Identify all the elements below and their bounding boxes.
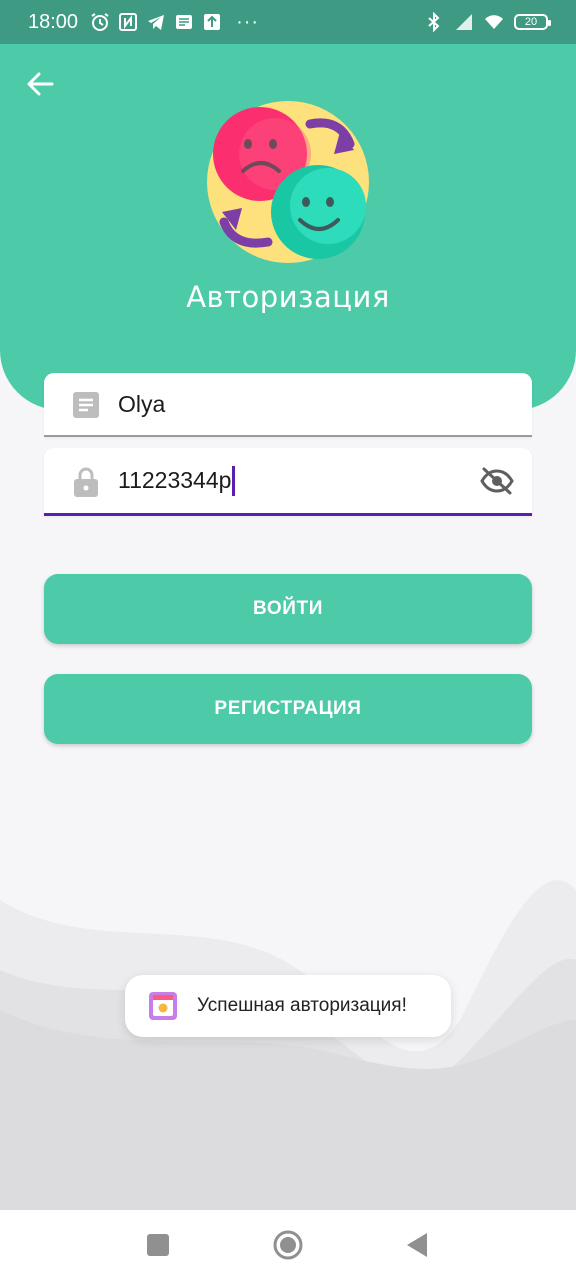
toast-message: Успешная авторизация! — [197, 995, 407, 1016]
back-arrow-icon[interactable] — [22, 66, 58, 102]
nfc-icon — [118, 12, 138, 32]
battery-icon: 20 — [514, 14, 551, 30]
status-more: ··· — [236, 10, 260, 33]
toast-notification: Успешная авторизация! — [125, 975, 451, 1037]
status-bar: 18:00 ··· 20 — [0, 0, 576, 44]
navigation-bar — [0, 1210, 576, 1280]
news-icon — [174, 12, 194, 32]
alarm-icon — [90, 12, 110, 32]
password-value: 11223344p — [118, 467, 232, 493]
password-field[interactable]: 11223344p — [44, 448, 532, 516]
text-cursor — [232, 465, 236, 496]
page-title: Авторизация — [186, 280, 390, 314]
upload-icon — [202, 12, 222, 32]
screen: 18:00 ··· 20 Авторизация Olya 11223344p … — [0, 0, 576, 1280]
username-field[interactable]: Olya — [44, 373, 532, 437]
square-icon[interactable] — [142, 1229, 174, 1261]
circle-home-icon[interactable] — [272, 1229, 304, 1261]
login-button[interactable]: ВОЙТИ — [44, 574, 532, 644]
telegram-icon — [146, 12, 166, 32]
register-button[interactable]: РЕГИСТРАЦИЯ — [44, 674, 532, 744]
lock-icon — [72, 466, 100, 497]
status-right: 20 — [424, 12, 551, 32]
app-icon — [149, 992, 177, 1020]
document-icon — [72, 391, 100, 419]
eye-off-icon[interactable] — [480, 466, 514, 496]
bluetooth-icon — [424, 12, 444, 32]
wifi-icon — [484, 12, 504, 32]
mood-swap-logo — [200, 96, 376, 266]
status-time: 18:00 — [28, 10, 79, 33]
signal-icon — [454, 12, 474, 32]
password-value-wrap: 11223344p — [118, 448, 236, 513]
status-left: 18:00 ··· — [28, 11, 259, 34]
triangle-back-icon[interactable] — [402, 1229, 434, 1261]
battery-level: 20 — [524, 16, 538, 28]
username-value: Olya — [118, 390, 166, 417]
